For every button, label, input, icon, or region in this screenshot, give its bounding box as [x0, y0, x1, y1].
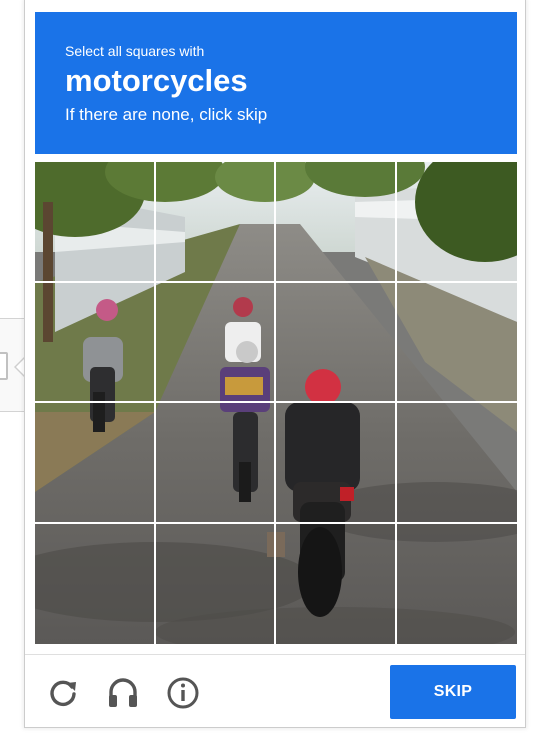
grid-tile-10[interactable] — [155, 403, 276, 524]
grid-tile-14[interactable] — [156, 523, 276, 644]
grid-tile-12[interactable] — [396, 403, 517, 524]
grid-tile-4[interactable] — [396, 162, 517, 283]
grid-tile-7[interactable] — [276, 282, 397, 403]
help-button[interactable] — [165, 675, 201, 711]
challenge-keyword: motorcycles — [65, 63, 248, 98]
grid-tile-3[interactable] — [276, 162, 397, 283]
challenge-instruction: Select all squares with — [65, 43, 205, 59]
grid-tile-11[interactable] — [276, 403, 397, 524]
info-icon — [167, 677, 199, 709]
reload-icon — [50, 680, 76, 707]
grid-tile-6[interactable] — [155, 282, 276, 403]
challenge-subtext: If there are none, click skip — [65, 105, 268, 124]
grid-tile-1[interactable] — [35, 162, 156, 283]
challenge-footer: SKIP — [25, 654, 525, 728]
tile-grid — [35, 162, 517, 644]
grid-tile-16[interactable] — [397, 524, 518, 645]
captcha-challenge-popup: Select all squares with motorcycles If t… — [24, 0, 526, 728]
headphones-icon — [109, 678, 137, 707]
grid-tile-2[interactable] — [155, 162, 276, 283]
grid-tile-8[interactable] — [396, 283, 517, 403]
challenge-header: Select all squares with motorcycles If t… — [35, 12, 517, 154]
captcha-page: Select all squares with motorcycles If t… — [0, 0, 540, 740]
skip-button[interactable]: SKIP — [390, 665, 516, 719]
challenge-image-grid — [35, 162, 517, 644]
audio-challenge-button[interactable] — [105, 675, 141, 711]
recaptcha-checkbox[interactable] — [0, 352, 8, 380]
grid-tile-5[interactable] — [35, 282, 156, 403]
reload-button[interactable] — [45, 675, 81, 711]
grid-tile-9[interactable] — [35, 403, 156, 524]
grid-tile-13[interactable] — [35, 523, 156, 644]
grid-tile-15[interactable] — [276, 523, 397, 644]
